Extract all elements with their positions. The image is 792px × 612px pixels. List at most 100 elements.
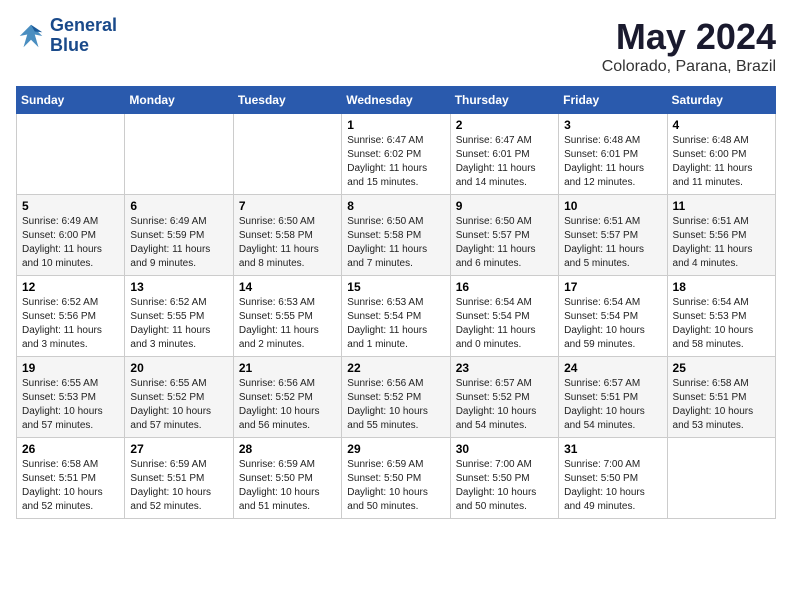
page-header: General Blue May 2024 Colorado, Parana, … bbox=[16, 16, 776, 76]
calendar-title: May 2024 bbox=[602, 16, 776, 58]
day-number: 6 bbox=[130, 199, 227, 213]
calendar-cell: 9Sunrise: 6:50 AM Sunset: 5:57 PM Daylig… bbox=[450, 195, 558, 276]
day-info: Sunrise: 6:52 AM Sunset: 5:56 PM Dayligh… bbox=[22, 296, 119, 352]
day-info: Sunrise: 6:59 AM Sunset: 5:50 PM Dayligh… bbox=[347, 458, 444, 514]
day-number: 17 bbox=[564, 280, 661, 294]
header-thursday: Thursday bbox=[450, 87, 558, 114]
calendar-cell: 16 Sunrise: 6:54 AM Sunset: 5:54 PM Dayli… bbox=[450, 276, 558, 357]
day-info: Sunrise: 6:58 AM Sunset: 5:51 PM Dayligh… bbox=[22, 458, 119, 514]
day-info: Sunrise: 6:54 AM Sunset: 5:54 PM Dayligh… bbox=[564, 296, 661, 352]
calendar-week-row: 5Sunrise: 6:49 AM Sunset: 6:00 PM Daylig… bbox=[17, 195, 776, 276]
calendar-cell: 20Sunrise: 6:55 AM Sunset: 5:52 PM Dayli… bbox=[125, 357, 233, 438]
day-info: Sunrise: 6:50 AM Sunset: 5:58 PM Dayligh… bbox=[347, 215, 444, 271]
day-info: Sunrise: 7:00 AM Sunset: 5:50 PM Dayligh… bbox=[456, 458, 553, 514]
calendar-cell: 30Sunrise: 7:00 AM Sunset: 5:50 PM Dayli… bbox=[450, 438, 558, 519]
calendar-cell: 27Sunrise: 6:59 AM Sunset: 5:51 PM Dayli… bbox=[125, 438, 233, 519]
day-info: Sunrise: 6:57 AM Sunset: 5:52 PM Dayligh… bbox=[456, 377, 553, 433]
header-wednesday: Wednesday bbox=[342, 87, 450, 114]
logo: General Blue bbox=[16, 16, 117, 56]
day-number: 18 bbox=[673, 280, 770, 294]
calendar-cell bbox=[233, 114, 341, 195]
day-info: Sunrise: 6:50 AM Sunset: 5:57 PM Dayligh… bbox=[456, 215, 553, 271]
day-info: Sunrise: 6:51 AM Sunset: 5:56 PM Dayligh… bbox=[673, 215, 770, 271]
day-info: Sunrise: 6:59 AM Sunset: 5:50 PM Dayligh… bbox=[239, 458, 336, 514]
calendar-table: SundayMondayTuesdayWednesdayThursdayFrid… bbox=[16, 86, 776, 519]
day-number: 14 bbox=[239, 280, 336, 294]
calendar-cell: 2Sunrise: 6:47 AM Sunset: 6:01 PM Daylig… bbox=[450, 114, 558, 195]
day-number: 2 bbox=[456, 118, 553, 132]
calendar-cell: 11 Sunrise: 6:51 AM Sunset: 5:56 PM Dayli… bbox=[667, 195, 775, 276]
calendar-cell bbox=[125, 114, 233, 195]
calendar-cell: 23 Sunrise: 6:57 AM Sunset: 5:52 PM Dayli… bbox=[450, 357, 558, 438]
day-info: Sunrise: 6:57 AM Sunset: 5:51 PM Dayligh… bbox=[564, 377, 661, 433]
day-number: 10 bbox=[564, 199, 661, 213]
day-number: 19 bbox=[22, 361, 119, 375]
title-block: May 2024 Colorado, Parana, Brazil bbox=[602, 16, 776, 76]
day-number: 3 bbox=[564, 118, 661, 132]
day-number: 27 bbox=[130, 442, 227, 456]
day-number: 15 bbox=[347, 280, 444, 294]
day-number: 21 bbox=[239, 361, 336, 375]
day-number: 31 bbox=[564, 442, 661, 456]
logo-icon bbox=[16, 21, 46, 51]
day-info: Sunrise: 6:56 AM Sunset: 5:52 PM Dayligh… bbox=[239, 377, 336, 433]
calendar-cell: 17 Sunrise: 6:54 AM Sunset: 5:54 PM Dayli… bbox=[559, 276, 667, 357]
calendar-cell: 18 Sunrise: 6:54 AM Sunset: 5:53 PM Dayli… bbox=[667, 276, 775, 357]
calendar-cell: 7 Sunrise: 6:50 AM Sunset: 5:58 PM Daylig… bbox=[233, 195, 341, 276]
calendar-cell: 22 Sunrise: 6:56 AM Sunset: 5:52 PM Dayli… bbox=[342, 357, 450, 438]
day-number: 22 bbox=[347, 361, 444, 375]
calendar-header-row: SundayMondayTuesdayWednesdayThursdayFrid… bbox=[17, 87, 776, 114]
day-info: Sunrise: 6:54 AM Sunset: 5:54 PM Dayligh… bbox=[456, 296, 553, 352]
calendar-cell: 21 Sunrise: 6:56 AM Sunset: 5:52 PM Dayli… bbox=[233, 357, 341, 438]
header-saturday: Saturday bbox=[667, 87, 775, 114]
logo-text: General Blue bbox=[50, 16, 117, 56]
calendar-week-row: 26 Sunrise: 6:58 AM Sunset: 5:51 PM Dayli… bbox=[17, 438, 776, 519]
calendar-cell: 14 Sunrise: 6:53 AM Sunset: 5:55 PM Dayli… bbox=[233, 276, 341, 357]
day-number: 16 bbox=[456, 280, 553, 294]
day-number: 25 bbox=[673, 361, 770, 375]
day-number: 1 bbox=[347, 118, 444, 132]
day-number: 4 bbox=[673, 118, 770, 132]
header-friday: Friday bbox=[559, 87, 667, 114]
day-number: 7 bbox=[239, 199, 336, 213]
day-number: 20 bbox=[130, 361, 227, 375]
calendar-cell: 8 Sunrise: 6:50 AM Sunset: 5:58 PM Daylig… bbox=[342, 195, 450, 276]
day-number: 29 bbox=[347, 442, 444, 456]
day-number: 8 bbox=[347, 199, 444, 213]
calendar-cell: 4 Sunrise: 6:48 AM Sunset: 6:00 PM Daylig… bbox=[667, 114, 775, 195]
day-number: 12 bbox=[22, 280, 119, 294]
calendar-cell: 28 Sunrise: 6:59 AM Sunset: 5:50 PM Dayli… bbox=[233, 438, 341, 519]
day-info: Sunrise: 7:00 AM Sunset: 5:50 PM Dayligh… bbox=[564, 458, 661, 514]
calendar-cell: 5Sunrise: 6:49 AM Sunset: 6:00 PM Daylig… bbox=[17, 195, 125, 276]
calendar-week-row: 1Sunrise: 6:47 AM Sunset: 6:02 PM Daylig… bbox=[17, 114, 776, 195]
day-info: Sunrise: 6:48 AM Sunset: 6:01 PM Dayligh… bbox=[564, 134, 661, 190]
day-info: Sunrise: 6:53 AM Sunset: 5:54 PM Dayligh… bbox=[347, 296, 444, 352]
calendar-week-row: 19 Sunrise: 6:55 AM Sunset: 5:53 PM Dayli… bbox=[17, 357, 776, 438]
calendar-cell: 31 Sunrise: 7:00 AM Sunset: 5:50 PM Dayli… bbox=[559, 438, 667, 519]
day-info: Sunrise: 6:50 AM Sunset: 5:58 PM Dayligh… bbox=[239, 215, 336, 271]
day-number: 28 bbox=[239, 442, 336, 456]
day-number: 26 bbox=[22, 442, 119, 456]
calendar-cell: 1Sunrise: 6:47 AM Sunset: 6:02 PM Daylig… bbox=[342, 114, 450, 195]
header-monday: Monday bbox=[125, 87, 233, 114]
calendar-cell: 15 Sunrise: 6:53 AM Sunset: 5:54 PM Dayli… bbox=[342, 276, 450, 357]
calendar-cell: 12 Sunrise: 6:52 AM Sunset: 5:56 PM Dayli… bbox=[17, 276, 125, 357]
day-info: Sunrise: 6:55 AM Sunset: 5:53 PM Dayligh… bbox=[22, 377, 119, 433]
day-info: Sunrise: 6:52 AM Sunset: 5:55 PM Dayligh… bbox=[130, 296, 227, 352]
day-info: Sunrise: 6:49 AM Sunset: 5:59 PM Dayligh… bbox=[130, 215, 227, 271]
calendar-cell: 10 Sunrise: 6:51 AM Sunset: 5:57 PM Dayli… bbox=[559, 195, 667, 276]
day-number: 24 bbox=[564, 361, 661, 375]
calendar-cell: 25Sunrise: 6:58 AM Sunset: 5:51 PM Dayli… bbox=[667, 357, 775, 438]
calendar-cell: 29 Sunrise: 6:59 AM Sunset: 5:50 PM Dayli… bbox=[342, 438, 450, 519]
calendar-cell: 6 Sunrise: 6:49 AM Sunset: 5:59 PM Daylig… bbox=[125, 195, 233, 276]
day-info: Sunrise: 6:54 AM Sunset: 5:53 PM Dayligh… bbox=[673, 296, 770, 352]
calendar-subtitle: Colorado, Parana, Brazil bbox=[602, 58, 776, 76]
day-number: 11 bbox=[673, 199, 770, 213]
day-number: 23 bbox=[456, 361, 553, 375]
day-info: Sunrise: 6:53 AM Sunset: 5:55 PM Dayligh… bbox=[239, 296, 336, 352]
header-sunday: Sunday bbox=[17, 87, 125, 114]
day-info: Sunrise: 6:48 AM Sunset: 6:00 PM Dayligh… bbox=[673, 134, 770, 190]
day-info: Sunrise: 6:51 AM Sunset: 5:57 PM Dayligh… bbox=[564, 215, 661, 271]
day-info: Sunrise: 6:56 AM Sunset: 5:52 PM Dayligh… bbox=[347, 377, 444, 433]
calendar-cell: 24 Sunrise: 6:57 AM Sunset: 5:51 PM Dayli… bbox=[559, 357, 667, 438]
